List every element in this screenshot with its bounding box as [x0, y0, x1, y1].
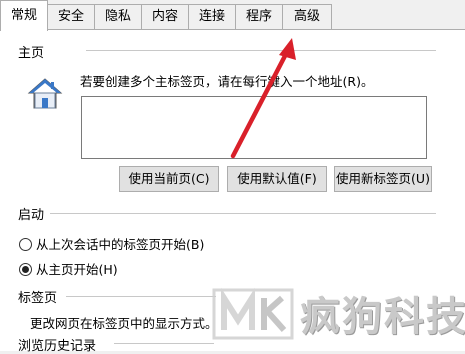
startup-option-last-session[interactable]: 从上次会话中的标签页开始(B): [19, 234, 204, 253]
tab-content[interactable]: 内容: [141, 4, 189, 30]
startup-divider: [50, 213, 436, 214]
tab-connections[interactable]: 连接: [188, 4, 236, 30]
house-icon: [27, 78, 63, 109]
radio-last-session[interactable]: [19, 238, 32, 251]
use-new-tab-button[interactable]: 使用新标签页(U): [334, 166, 432, 192]
home-section-title: 主页: [18, 46, 45, 61]
tab-privacy[interactable]: 隐私: [94, 4, 142, 30]
tab-advanced[interactable]: 高级: [282, 4, 332, 30]
tabs-description: 更改网页在标签页中的显示方式。: [30, 316, 218, 331]
startup-section-title: 启动: [18, 208, 45, 223]
history-divider: [114, 343, 214, 344]
tab-programs[interactable]: 程序: [235, 4, 283, 30]
use-current-button[interactable]: 使用当前页(C): [119, 166, 219, 192]
home-hint-text: 若要创建多个主标签页，请在每行键入一个地址(R)。: [80, 74, 374, 89]
home-pages-textarea[interactable]: [81, 96, 427, 159]
radio-home[interactable]: [19, 263, 32, 276]
tab-general[interactable]: 常规: [0, 0, 48, 31]
home-divider: [86, 50, 436, 51]
tab-strip: 常规 安全 隐私 内容 连接 程序 高级: [0, 0, 465, 31]
watermark-text: 疯狗科技: [300, 294, 465, 340]
tabs-section-title: 标签页: [18, 291, 58, 306]
tab-strip-border: [0, 29, 465, 30]
use-default-button[interactable]: 使用默认值(F): [227, 166, 327, 192]
startup-option-home[interactable]: 从主页开始(H): [19, 259, 118, 278]
history-section-title: 浏览历史记录: [18, 339, 97, 354]
radio-last-session-label: 从上次会话中的标签页开始(B): [36, 237, 205, 252]
tabs-divider: [66, 296, 216, 297]
radio-home-label: 从主页开始(H): [36, 262, 118, 277]
tab-security[interactable]: 安全: [47, 4, 95, 30]
